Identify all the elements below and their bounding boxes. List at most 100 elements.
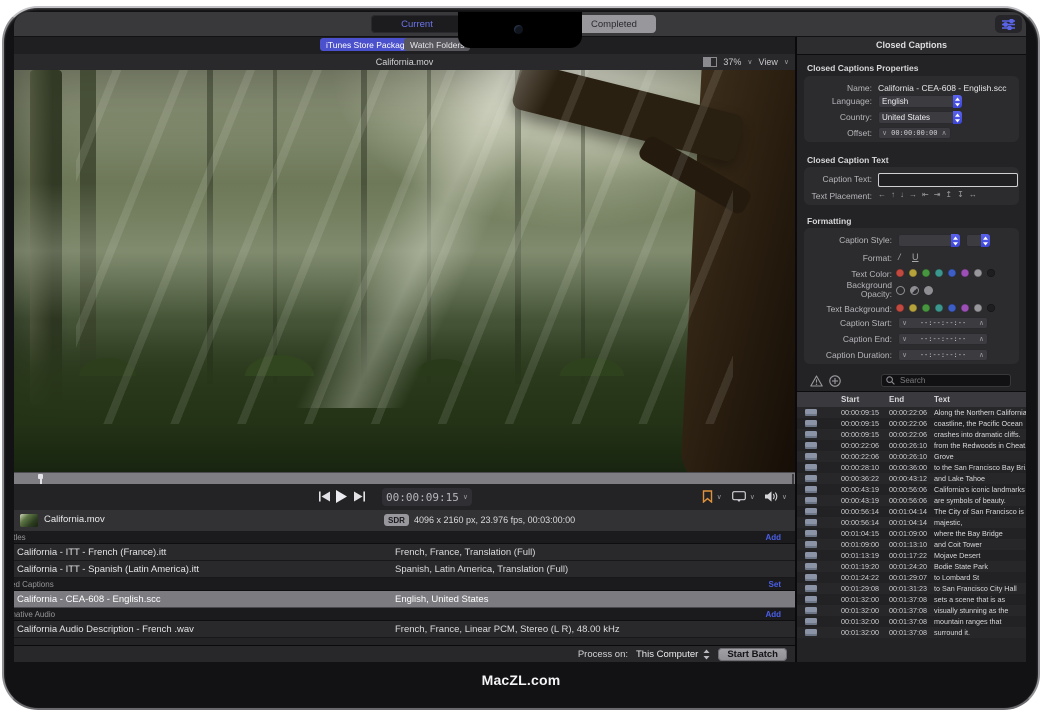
tab-completed[interactable]: Completed (572, 15, 656, 33)
caption-row[interactable]: 00:01:32:0000:01:37:08mountain ranges th… (797, 616, 1026, 627)
yellow-swatch[interactable] (909, 304, 917, 312)
next-frame-button[interactable] (354, 491, 365, 502)
add-caption-icon[interactable] (829, 375, 841, 387)
align-top-icon[interactable]: ↥ (945, 190, 952, 199)
asset-row[interactable]: California - ITT - Spanish (Latin Americ… (14, 561, 795, 578)
opacity-half-button[interactable] (910, 286, 919, 295)
caption-row[interactable]: 00:00:09:1500:00:22:06coastline, the Pac… (797, 418, 1026, 429)
caption-row[interactable]: 00:00:28:1000:00:36:00to the San Francis… (797, 462, 1026, 473)
align-center-icon[interactable]: ↔ (969, 190, 977, 199)
country-popup[interactable]: United States (878, 111, 962, 124)
caption-text-input[interactable] (878, 173, 1018, 187)
caption-row[interactable]: 00:00:09:1500:00:22:06Along the Northern… (797, 407, 1026, 418)
play-button[interactable] (336, 490, 347, 503)
warning-icon[interactable] (810, 375, 823, 387)
caption-row[interactable]: 00:01:13:1900:01:17:22Mojave Desert (797, 550, 1026, 561)
red-swatch[interactable] (896, 304, 904, 312)
caption-row[interactable]: 00:01:29:0800:01:31:23to San Francisco C… (797, 583, 1026, 594)
stepper-down-icon[interactable]: ∨ (882, 129, 887, 137)
green-swatch[interactable] (922, 269, 930, 277)
caption-row[interactable]: 00:00:43:1900:00:56:06California's iconi… (797, 484, 1026, 495)
column-start[interactable]: Start (841, 395, 889, 404)
caption-row[interactable]: 00:00:36:2200:00:43:12and Lake Tahoe (797, 473, 1026, 484)
underline-button[interactable]: U (912, 252, 919, 262)
caption-row[interactable]: 00:01:09:0000:01:13:10and Coit Tower (797, 539, 1026, 550)
start-batch-button[interactable]: Start Batch (718, 648, 787, 661)
previous-frame-button[interactable] (319, 491, 330, 502)
move-down-icon[interactable]: ↓ (900, 190, 904, 199)
white-swatch[interactable] (974, 304, 982, 312)
move-right-icon[interactable]: → (909, 190, 917, 199)
caption-row[interactable]: 00:00:22:0600:00:26:10Grove (797, 451, 1026, 462)
stepper-up-icon[interactable]: ∧ (979, 335, 984, 343)
opacity-none-button[interactable] (896, 286, 905, 295)
column-text[interactable]: Text (934, 395, 950, 404)
caption-row[interactable]: 00:01:32:0000:01:37:08visually stunning … (797, 605, 1026, 616)
yellow-swatch[interactable] (909, 269, 917, 277)
italic-button[interactable]: / (898, 252, 901, 262)
section-action-link[interactable]: Add (765, 610, 781, 619)
align-trailing-icon[interactable]: ⇥ (934, 190, 941, 199)
section-action-link[interactable]: Set (769, 580, 781, 589)
caption-style-popup[interactable] (898, 234, 960, 247)
caption-end-stepper[interactable]: ∨ --:--:--:-- ∧ (898, 333, 988, 345)
bookmark-icon[interactable] (702, 490, 713, 503)
media-row[interactable]: California.mov SDR 4096 x 2160 px, 23.97… (14, 510, 795, 532)
timecode-display[interactable]: 00:00:09:15 ∨ (382, 488, 472, 506)
black-swatch[interactable] (987, 269, 995, 277)
caption-row[interactable]: 00:00:43:1900:00:56:06are symbols of bea… (797, 495, 1026, 506)
stepper-down-icon[interactable]: ∨ (902, 319, 907, 327)
process-target-dropdown[interactable]: This Computer (636, 649, 710, 660)
caption-row[interactable]: 00:00:56:1400:01:04:14The City of San Fr… (797, 506, 1026, 517)
move-left-icon[interactable]: ← (878, 190, 886, 199)
opacity-full-button[interactable] (924, 286, 933, 295)
caption-row[interactable]: 00:00:56:1400:01:04:14majestic, (797, 517, 1026, 528)
caption-row[interactable]: 00:01:32:0000:01:37:08surround it. (797, 627, 1026, 638)
stepper-up-icon[interactable]: ∧ (979, 319, 984, 327)
stepper-down-icon[interactable]: ∨ (902, 335, 907, 343)
black-swatch[interactable] (987, 304, 995, 312)
inspector-toggle-button[interactable] (995, 15, 1022, 33)
tab-itunes-store-package[interactable]: iTunes Store Package (320, 38, 415, 51)
search-input[interactable] (898, 375, 1006, 386)
section-action-link[interactable]: Add (765, 533, 781, 542)
blue-swatch[interactable] (948, 269, 956, 277)
stepper-up-icon[interactable]: ∧ (941, 129, 946, 137)
view-dropdown[interactable]: View (759, 57, 778, 67)
search-field[interactable] (881, 374, 1011, 387)
move-up-icon[interactable]: ↑ (891, 190, 895, 199)
caption-row[interactable]: 00:01:32:0000:01:37:08sets a scene that … (797, 594, 1026, 605)
stepper-up-icon[interactable]: ∧ (979, 351, 984, 359)
split-view-icon[interactable] (703, 57, 717, 67)
caption-start-stepper[interactable]: ∨ --:--:--:-- ∧ (898, 317, 988, 329)
teal-swatch[interactable] (935, 304, 943, 312)
blue-swatch[interactable] (948, 304, 956, 312)
caption-overlay-icon[interactable] (732, 491, 746, 503)
stepper-down-icon[interactable]: ∨ (902, 351, 907, 359)
red-swatch[interactable] (896, 269, 904, 277)
caption-row[interactable]: 00:00:22:0600:00:26:10from the Redwoods … (797, 440, 1026, 451)
asset-row[interactable]: California - CEA-608 - English.sccEnglis… (14, 591, 795, 608)
green-swatch[interactable] (922, 304, 930, 312)
column-end[interactable]: End (889, 395, 934, 404)
asset-row[interactable]: California Audio Description - French .w… (14, 621, 795, 638)
audio-volume-icon[interactable] (765, 491, 778, 502)
purple-swatch[interactable] (961, 304, 969, 312)
align-leading-icon[interactable]: ⇤ (922, 190, 929, 199)
caption-row[interactable]: 00:01:19:2000:01:24:20Bodie State Park (797, 561, 1026, 572)
offset-stepper[interactable]: ∨ 00:00:00:00 ∧ (878, 127, 951, 139)
tab-current[interactable]: Current (371, 15, 463, 33)
purple-swatch[interactable] (961, 269, 969, 277)
align-bottom-icon[interactable]: ↧ (957, 190, 964, 199)
caption-row[interactable]: 00:01:24:2200:01:29:07to Lombard St (797, 572, 1026, 583)
playhead[interactable] (38, 474, 43, 484)
caption-style-secondary-popup[interactable] (966, 234, 990, 247)
language-popup[interactable]: English (878, 95, 962, 108)
caption-row[interactable]: 00:00:09:1500:00:22:06crashes into drama… (797, 429, 1026, 440)
asset-row[interactable]: California - ITT - French (France).ittFr… (14, 544, 795, 561)
caption-row[interactable]: 00:01:04:1500:01:09:00where the Bay Brid… (797, 528, 1026, 539)
teal-swatch[interactable] (935, 269, 943, 277)
zoom-level-dropdown[interactable]: 37% (723, 57, 741, 67)
white-swatch[interactable] (974, 269, 982, 277)
caption-duration-stepper[interactable]: ∨ --:--:--:-- ∧ (898, 349, 988, 361)
